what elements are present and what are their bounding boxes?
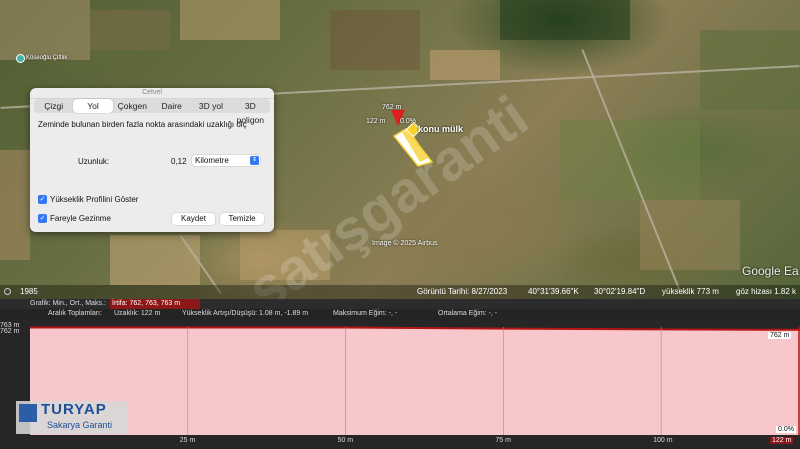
terrain-elevation: yükseklik 773 m: [662, 287, 719, 296]
field-patch: [430, 50, 500, 80]
profile-marker-percent: 0.0%: [776, 426, 796, 433]
field-patch: [180, 0, 280, 40]
marker-label: konu mülk: [418, 124, 464, 134]
mouse-nav-label: Fareyle Gezinme: [50, 214, 111, 223]
altitude-highlight: İrtifa: 762, 763, 763 m: [110, 299, 200, 309]
x-tick-label: 50 m: [337, 437, 354, 444]
google-logo: Google Ea: [742, 264, 799, 278]
x-tick-label: 25 m: [179, 437, 196, 444]
logo-mark-icon: [19, 404, 37, 422]
turyap-logo: TURYAP Sakarya Garanti: [16, 401, 128, 434]
profile-plot[interactable]: [30, 320, 800, 435]
y-label-second: 762 m: [0, 328, 20, 335]
field-patch: [640, 200, 740, 270]
unit-select[interactable]: Kilometre ⇕: [192, 155, 260, 166]
save-button[interactable]: Kaydet: [172, 213, 215, 225]
history-year: 1985: [20, 287, 38, 296]
profile-info-row-1: Grafik: Min., Ort., Maks.: İrtifa: 762, …: [0, 299, 800, 309]
watermark: satışgaranti: [235, 83, 540, 300]
x-tick-label: 100 m: [653, 437, 673, 444]
ruler-percent-label: 0.0%: [400, 118, 416, 125]
field-patch: [560, 120, 700, 200]
map-status-bar: 1985 Görüntü Tarihi: 8/27/2023 40°31'39.…: [0, 285, 800, 299]
instruction-text: Zeminde bulunan birden fazla nokta arası…: [38, 120, 247, 129]
field-patch: [90, 10, 170, 50]
field-patch: [330, 10, 420, 70]
profile-area: [30, 327, 800, 435]
tab-3d-path[interactable]: 3D yol: [191, 99, 230, 113]
tab-polygon[interactable]: Çokgen: [113, 99, 152, 113]
ruler-elevation-label: 762 m: [382, 104, 402, 111]
ruler-distance-label: 122 m: [366, 118, 386, 125]
logo-brand: TURYAP: [41, 401, 107, 418]
eye-altitude: göz hizası 1.82 k: [736, 287, 797, 296]
place-pin-icon[interactable]: [16, 54, 25, 63]
ruler-dialog: Cetvel Çizgi Yol Çokgen Daire 3D yol 3D …: [30, 88, 274, 232]
show-elevation-checkbox[interactable]: ✓: [38, 195, 47, 204]
profile-info-row-2: Aralık Toplamları: Uzaklık: 122 m Yüksek…: [0, 309, 800, 320]
logo-subtitle: Sakarya Garanti: [47, 420, 113, 430]
imagery-date: Görüntü Tarihi: 8/27/2023: [417, 287, 508, 296]
profile-marker-value: 762 m: [768, 332, 792, 339]
elevation-gain-loss: Yükseklik Artışı/Düşüşü: 1.08 m, -1.89 m: [182, 310, 309, 317]
distance-total: Uzaklık: 122 m: [114, 310, 161, 317]
profile-end-distance: 122 m: [770, 437, 794, 444]
range-totals-label: Aralık Toplamları:: [48, 310, 102, 317]
place-label: Köseoğlu Çiftlik: [26, 55, 68, 61]
tab-circle[interactable]: Daire: [152, 99, 191, 113]
ruler-tabs: Çizgi Yol Çokgen Daire 3D yol 3D poligon: [34, 99, 270, 125]
field-patch: [0, 150, 30, 260]
length-label: Uzunluk:: [78, 157, 110, 166]
longitude: 30°02'19.84"D: [594, 287, 646, 296]
history-clock-icon[interactable]: [4, 288, 11, 295]
x-tick-label: 75 m: [495, 437, 511, 444]
field-patch: [0, 0, 90, 60]
tab-path[interactable]: Yol: [73, 99, 113, 113]
length-value: 0,12: [171, 157, 187, 166]
tab-3d-polygon[interactable]: 3D poligon: [231, 99, 270, 125]
max-slope: Maksimum Eğim: -, -: [333, 310, 398, 317]
show-elevation-label: Yükseklik Profilini Göster: [50, 195, 139, 204]
clear-button[interactable]: Temizle: [220, 213, 264, 225]
latitude: 40°31'39.66"K: [528, 287, 579, 296]
field-patch: [500, 0, 630, 40]
mouse-nav-checkbox[interactable]: ✓: [38, 214, 47, 223]
tab-line[interactable]: Çizgi: [34, 99, 73, 113]
chevron-updown-icon: ⇕: [250, 156, 259, 165]
imagery-credit: Image © 2025 Airbus: [372, 240, 438, 247]
graph-summary: Grafik: Min., Ort., Maks.:: [30, 300, 106, 307]
dialog-title: Cetvel: [30, 88, 274, 99]
unit-select-value: Kilometre: [195, 156, 229, 165]
avg-slope: Ortalama Eğim: -, -: [438, 310, 498, 317]
